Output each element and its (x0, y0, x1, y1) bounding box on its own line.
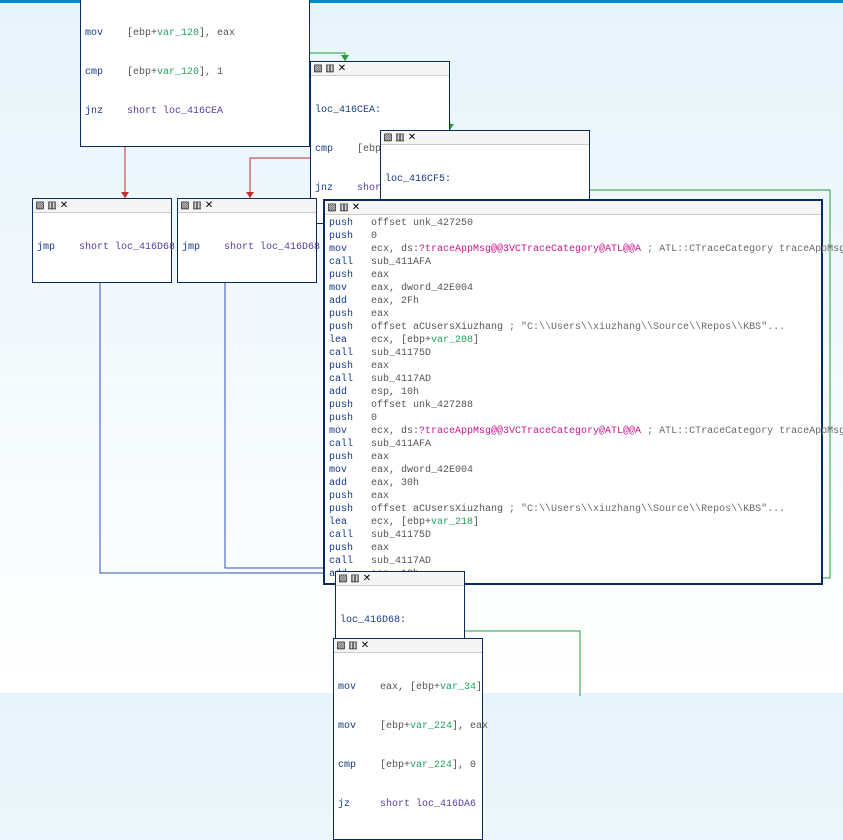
close-icon[interactable]: ✕ (362, 574, 372, 584)
loc-label: loc_416CEA: (315, 105, 381, 116)
bars-icon[interactable]: ▥ (395, 133, 405, 143)
close-icon[interactable]: ✕ (59, 201, 69, 211)
bars-icon[interactable]: ▥ (325, 64, 335, 74)
block-jmp-left[interactable]: ▧ ▥ ✕ jmpshort loc_416D68 (32, 198, 172, 283)
node-header: ▧ ▥ ✕ (33, 199, 171, 213)
bars-icon[interactable]: ▥ (339, 203, 349, 213)
close-icon[interactable]: ✕ (337, 64, 347, 74)
graph-icon[interactable]: ▧ (338, 574, 348, 584)
asm-listing: pushoffset unk_427250push0movecx, ds:?tr… (325, 215, 821, 583)
graph-icon[interactable]: ▧ (35, 201, 45, 211)
close-icon[interactable]: ✕ (360, 641, 370, 651)
graph-icon[interactable]: ▧ (336, 641, 346, 651)
block-entry[interactable]: mov[ebp+var_120], eax cmp[ebp+var_120], … (80, 0, 310, 147)
node-header: ▧ ▥ ✕ (311, 62, 449, 76)
close-icon[interactable]: ✕ (407, 133, 417, 143)
graph-icon[interactable]: ▧ (383, 133, 393, 143)
bars-icon[interactable]: ▥ (348, 641, 358, 651)
graph-icon[interactable]: ▧ (327, 203, 337, 213)
node-header: ▧ ▥ ✕ (336, 572, 464, 586)
bars-icon[interactable]: ▥ (47, 201, 57, 211)
close-icon[interactable]: ✕ (351, 203, 361, 213)
close-icon[interactable]: ✕ (204, 201, 214, 211)
mnem: mov (85, 27, 127, 40)
graph-icon[interactable]: ▧ (180, 201, 190, 211)
node-header: ▧ ▥ ✕ (325, 201, 821, 215)
block-var34[interactable]: ▧ ▥ ✕ moveax, [ebp+var_34] mov[ebp+var_2… (333, 638, 483, 840)
node-header: ▧ ▥ ✕ (334, 639, 482, 653)
graph-icon[interactable]: ▧ (313, 64, 323, 74)
block-trace-body[interactable]: ▧ ▥ ✕ pushoffset unk_427250push0movecx, … (323, 199, 823, 585)
node-header: ▧ ▥ ✕ (178, 199, 316, 213)
bars-icon[interactable]: ▥ (192, 201, 202, 211)
node-header: ▧ ▥ ✕ (381, 131, 589, 145)
loc-label: loc_416CF5: (385, 174, 451, 185)
loc-label: loc_416D68: (340, 615, 406, 626)
block-jmp-mid[interactable]: ▧ ▥ ✕ jmpshort loc_416D68 (177, 198, 317, 283)
bars-icon[interactable]: ▥ (350, 574, 360, 584)
